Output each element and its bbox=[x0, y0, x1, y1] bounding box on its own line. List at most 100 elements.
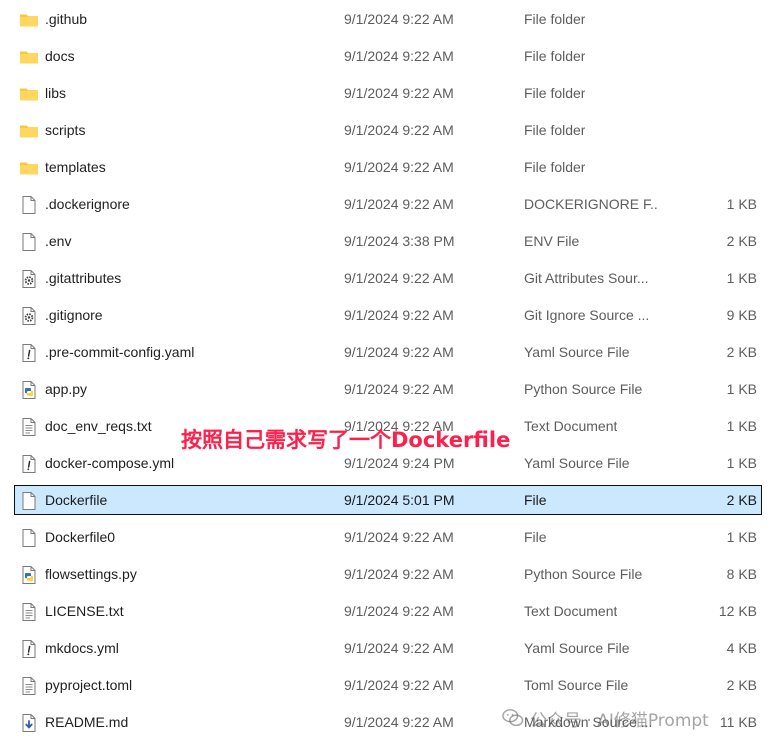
python-file-icon bbox=[19, 565, 39, 585]
file-date-modified: 9/1/2024 3:38 PM bbox=[344, 233, 455, 249]
wechat-icon bbox=[502, 709, 524, 727]
file-type: Git Ignore Source ... bbox=[524, 307, 650, 323]
file-size: 9 KB bbox=[726, 307, 757, 323]
file-date-modified: 9/1/2024 9:22 AM bbox=[344, 307, 454, 323]
file-name: .github bbox=[45, 11, 88, 27]
file-size: 12 KB bbox=[718, 603, 757, 619]
folder-icon bbox=[19, 84, 39, 104]
file-type: Python Source File bbox=[524, 381, 643, 397]
python-file-icon bbox=[19, 380, 39, 400]
file-date-modified: 9/1/2024 9:22 AM bbox=[344, 603, 454, 619]
exclamation-file-icon bbox=[19, 639, 39, 659]
file-name: .dockerignore bbox=[45, 196, 130, 212]
text-file-icon bbox=[19, 676, 39, 696]
file-size: 1 KB bbox=[726, 455, 757, 471]
folder-icon bbox=[19, 121, 39, 141]
file-type: Text Document bbox=[524, 603, 618, 619]
file-size: 4 KB bbox=[726, 640, 757, 656]
file-size: 1 KB bbox=[726, 381, 757, 397]
file-row[interactable]: .github 9/1/2024 9:22 AM File folder bbox=[14, 4, 762, 34]
file-row[interactable]: Dockerfile 9/1/2024 5:01 PM File 2 KB bbox=[14, 485, 762, 515]
file-name: libs bbox=[45, 85, 67, 101]
blank-file-icon bbox=[19, 195, 39, 215]
file-name: scripts bbox=[45, 122, 86, 138]
file-size: 1 KB bbox=[726, 196, 757, 212]
file-row[interactable]: Dockerfile0 9/1/2024 9:22 AM File 1 KB bbox=[14, 522, 762, 552]
file-name: docs bbox=[45, 48, 75, 64]
file-type: Yaml Source File bbox=[524, 640, 630, 656]
file-type: Toml Source File bbox=[524, 677, 629, 693]
file-date-modified: 9/1/2024 9:22 AM bbox=[344, 529, 454, 545]
file-name: README.md bbox=[45, 714, 129, 730]
file-row[interactable]: scripts 9/1/2024 9:22 AM File folder bbox=[14, 115, 762, 145]
file-type: ENV File bbox=[524, 233, 580, 249]
watermark: 公众号 · AI修猫Prompt bbox=[502, 703, 709, 733]
file-type: File bbox=[524, 529, 547, 545]
file-row[interactable]: .gitattributes 9/1/2024 9:22 AM Git Attrib… bbox=[14, 263, 762, 293]
file-date-modified: 9/1/2024 9:22 AM bbox=[344, 85, 454, 101]
folder-icon bbox=[19, 47, 39, 67]
file-size: 11 KB bbox=[719, 714, 757, 730]
file-name: pyproject.toml bbox=[45, 677, 133, 693]
file-date-modified: 9/1/2024 9:22 AM bbox=[344, 270, 454, 286]
file-name: templates bbox=[45, 159, 106, 175]
file-size: 1 KB bbox=[726, 270, 757, 286]
file-type: File folder bbox=[524, 85, 586, 101]
file-row[interactable]: .env 9/1/2024 3:38 PM ENV File 2 KB bbox=[14, 226, 762, 256]
file-date-modified: 9/1/2024 9:22 AM bbox=[344, 344, 454, 360]
file-size: 2 KB bbox=[726, 492, 757, 508]
folder-icon bbox=[19, 10, 39, 30]
file-size: 2 KB bbox=[726, 233, 757, 249]
file-size: 2 KB bbox=[726, 677, 757, 693]
file-name: .gitignore bbox=[45, 307, 103, 323]
file-type: Yaml Source File bbox=[524, 344, 630, 360]
file-name: docker-compose.yml bbox=[45, 455, 175, 471]
watermark-text: 公众号 · AI修猫Prompt bbox=[530, 710, 709, 731]
file-type: File folder bbox=[524, 122, 586, 138]
file-name: doc_env_reqs.txt bbox=[45, 418, 152, 434]
file-size: 2 KB bbox=[726, 344, 757, 360]
file-name: LICENSE.txt bbox=[45, 603, 124, 619]
gear-file-icon bbox=[19, 306, 39, 326]
file-row[interactable]: templates 9/1/2024 9:22 AM File folder bbox=[14, 152, 762, 182]
file-name: .gitattributes bbox=[45, 270, 122, 286]
file-row[interactable]: app.py 9/1/2024 9:22 AM Python Source File… bbox=[14, 374, 762, 404]
exclamation-file-icon bbox=[19, 343, 39, 363]
file-row[interactable]: mkdocs.yml 9/1/2024 9:22 AM Yaml Source Fi… bbox=[14, 633, 762, 663]
file-name: flowsettings.py bbox=[45, 566, 137, 582]
file-date-modified: 9/1/2024 9:22 AM bbox=[344, 11, 454, 27]
file-type: File folder bbox=[524, 159, 586, 175]
file-date-modified: 9/1/2024 9:22 AM bbox=[344, 381, 454, 397]
file-row[interactable]: .dockerignore 9/1/2024 9:22 AM DOCKERIGNOR… bbox=[14, 189, 762, 219]
file-type: File folder bbox=[524, 11, 586, 27]
file-name: Dockerfile bbox=[45, 492, 108, 508]
file-row[interactable]: flowsettings.py 9/1/2024 9:22 AM Python So… bbox=[14, 559, 762, 589]
file-type: File bbox=[524, 492, 547, 508]
file-row[interactable]: libs 9/1/2024 9:22 AM File folder bbox=[14, 78, 762, 108]
annotation-text: 按照自己需求写了一个Dockerfile bbox=[181, 428, 511, 452]
exclamation-file-icon bbox=[19, 454, 39, 474]
file-row[interactable]: docs 9/1/2024 9:22 AM File folder bbox=[14, 41, 762, 71]
file-date-modified: 9/1/2024 9:22 AM bbox=[344, 714, 454, 730]
file-row[interactable]: .pre-commit-config.yaml 9/1/2024 9:22 AM Y… bbox=[14, 337, 762, 367]
file-type: Python Source File bbox=[524, 566, 643, 582]
file-name: .pre-commit-config.yaml bbox=[45, 344, 195, 360]
file-row[interactable]: LICENSE.txt 9/1/2024 9:22 AM Text Document… bbox=[14, 596, 762, 626]
file-row[interactable]: .gitignore 9/1/2024 9:22 AM Git Ignore Sou… bbox=[14, 300, 762, 330]
file-name: app.py bbox=[45, 381, 88, 397]
blank-file-icon bbox=[19, 528, 39, 548]
file-size: 8 KB bbox=[726, 566, 757, 582]
file-name: .env bbox=[45, 233, 72, 249]
file-type: File folder bbox=[524, 48, 586, 64]
file-date-modified: 9/1/2024 5:01 PM bbox=[344, 492, 455, 508]
markdown-file-icon bbox=[19, 713, 39, 733]
file-date-modified: 9/1/2024 9:22 AM bbox=[344, 48, 454, 64]
file-size: 1 KB bbox=[726, 529, 757, 545]
file-size: 1 KB bbox=[726, 418, 757, 434]
file-name: Dockerfile0 bbox=[45, 529, 116, 545]
file-row[interactable]: pyproject.toml 9/1/2024 9:22 AM Toml Sourc… bbox=[14, 670, 762, 700]
file-date-modified: 9/1/2024 9:22 AM bbox=[344, 122, 454, 138]
blank-file-icon bbox=[19, 491, 39, 511]
file-date-modified: 9/1/2024 9:22 AM bbox=[344, 566, 454, 582]
file-type: Git Attributes Sour... bbox=[524, 270, 649, 286]
